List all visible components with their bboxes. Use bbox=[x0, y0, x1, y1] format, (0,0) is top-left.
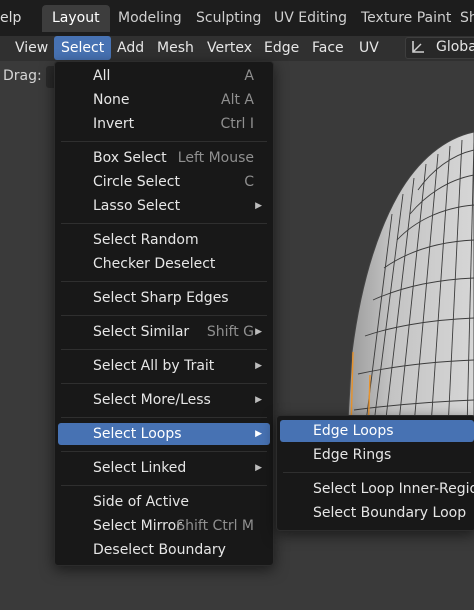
menu-item-label: Box Select bbox=[93, 150, 167, 166]
menu-item-label: Deselect Boundary bbox=[93, 542, 226, 558]
menu-item-edge-rings[interactable]: Edge Rings bbox=[280, 444, 474, 466]
vertex-menu[interactable]: Vertex bbox=[200, 36, 259, 60]
select-loops-submenu: Edge Loops Edge Rings Select Loop Inner-… bbox=[276, 415, 474, 531]
menu-separator bbox=[61, 485, 267, 486]
shortcut-label: Ctrl I bbox=[220, 116, 255, 132]
transform-orientation-icon bbox=[410, 39, 426, 59]
menu-item-edge-loops[interactable]: Edge Loops bbox=[280, 420, 474, 442]
blender-window: elp Layout Modeling Sculpting UV Editing… bbox=[0, 0, 474, 610]
menu-item-select-random[interactable]: Select Random bbox=[58, 229, 270, 251]
shortcut-label: C bbox=[244, 174, 254, 190]
shortcut-label: A bbox=[244, 68, 254, 84]
menu-item-checker-deselect[interactable]: Checker Deselect bbox=[58, 253, 270, 275]
shortcut-label: Left Mouse bbox=[177, 150, 254, 166]
submenu-arrow-icon: ▶ bbox=[255, 361, 262, 371]
menu-item-select-loops[interactable]: Select Loops ▶ bbox=[58, 423, 270, 445]
menu-item-circle-select[interactable]: Circle Select C bbox=[58, 171, 270, 193]
menu-item-label: Select Linked bbox=[93, 460, 187, 476]
menu-item-deselect-boundary[interactable]: Deselect Boundary bbox=[58, 539, 270, 561]
menu-item-label: Invert bbox=[93, 116, 135, 132]
drag-label: Drag: bbox=[3, 68, 42, 84]
menu-item-label: Select Mirror bbox=[93, 518, 182, 534]
menu-item-label: Lasso Select bbox=[93, 198, 181, 214]
edge-menu[interactable]: Edge bbox=[257, 36, 306, 60]
select-menu[interactable]: Select bbox=[54, 36, 112, 60]
menu-item-label: Select All by Trait bbox=[93, 358, 215, 374]
menu-item-label: Circle Select bbox=[93, 174, 180, 190]
menu-item-label: None bbox=[93, 92, 130, 108]
menu-separator bbox=[283, 472, 471, 473]
view-menu[interactable]: View bbox=[8, 36, 55, 60]
menu-separator bbox=[61, 223, 267, 224]
submenu-arrow-icon: ▶ bbox=[255, 327, 262, 337]
submenu-arrow-icon: ▶ bbox=[255, 201, 262, 211]
menu-item-label: Select Boundary Loop bbox=[313, 505, 467, 521]
menu-item-select-mirror[interactable]: Select Mirror Shift Ctrl M bbox=[58, 515, 270, 537]
menu-separator bbox=[61, 141, 267, 142]
menu-item-label: Edge Rings bbox=[313, 447, 392, 463]
menu-item-select-all-by-trait[interactable]: Select All by Trait ▶ bbox=[58, 355, 270, 377]
menu-item-select-linked[interactable]: Select Linked ▶ bbox=[58, 457, 270, 479]
menu-item-select-boundary-loop[interactable]: Select Boundary Loop bbox=[280, 502, 474, 524]
shortcut-label: Alt A bbox=[221, 92, 254, 108]
menu-item-label: Edge Loops bbox=[313, 423, 394, 439]
menu-item-all[interactable]: All A bbox=[58, 65, 270, 87]
menu-item-box-select[interactable]: Box Select Left Mouse bbox=[58, 147, 270, 169]
menu-item-label: Select Random bbox=[93, 232, 199, 248]
menu-item-select-loop-inner-region[interactable]: Select Loop Inner-Region bbox=[280, 478, 474, 500]
menu-item-label: Select Similar bbox=[93, 324, 190, 340]
menu-item-none[interactable]: None Alt A bbox=[58, 89, 270, 111]
menu-item-label: Select Sharp Edges bbox=[93, 290, 229, 306]
select-dropdown-menu: All A None Alt A Invert Ctrl I Box Select Le… bbox=[54, 61, 274, 566]
menu-item-select-more-less[interactable]: Select More/Less ▶ bbox=[58, 389, 270, 411]
submenu-arrow-icon: ▶ bbox=[255, 429, 262, 439]
menu-item-label: Select Loops bbox=[93, 426, 182, 442]
mesh-menu[interactable]: Mesh bbox=[150, 36, 201, 60]
menu-separator bbox=[61, 349, 267, 350]
shortcut-label: Shift G bbox=[206, 324, 254, 340]
menu-separator bbox=[61, 281, 267, 282]
menu-item-lasso-select[interactable]: Lasso Select ▶ bbox=[58, 195, 270, 217]
menu-item-select-sharp-edges[interactable]: Select Sharp Edges bbox=[58, 287, 270, 309]
shortcut-label: Shift Ctrl M bbox=[176, 518, 254, 534]
transform-orientation-dropdown[interactable]: Global bbox=[405, 37, 474, 59]
menu-item-label: Select More/Less bbox=[93, 392, 211, 408]
menu-item-select-similar[interactable]: Select Similar Shift G ▶ bbox=[58, 321, 270, 343]
menu-item-label: Checker Deselect bbox=[93, 256, 216, 272]
menu-separator bbox=[61, 383, 267, 384]
uv-menu[interactable]: UV bbox=[352, 36, 386, 60]
menu-separator bbox=[61, 315, 267, 316]
menu-item-label: Side of Active bbox=[93, 494, 189, 510]
menu-item-invert[interactable]: Invert Ctrl I bbox=[58, 113, 270, 135]
menu-item-side-of-active[interactable]: Side of Active bbox=[58, 491, 270, 513]
viewport-header: View Select Add Mesh Vertex Edge Face UV… bbox=[0, 36, 474, 61]
add-menu[interactable]: Add bbox=[110, 36, 151, 60]
menu-item-label: Select Loop Inner-Region bbox=[313, 481, 474, 497]
menu-separator bbox=[61, 417, 267, 418]
submenu-arrow-icon: ▶ bbox=[255, 463, 262, 473]
menu-item-label: All bbox=[93, 68, 111, 84]
submenu-arrow-icon: ▶ bbox=[255, 395, 262, 405]
face-menu[interactable]: Face bbox=[305, 36, 351, 60]
menu-separator bbox=[61, 451, 267, 452]
transform-orientation-label: Global bbox=[436, 39, 474, 55]
